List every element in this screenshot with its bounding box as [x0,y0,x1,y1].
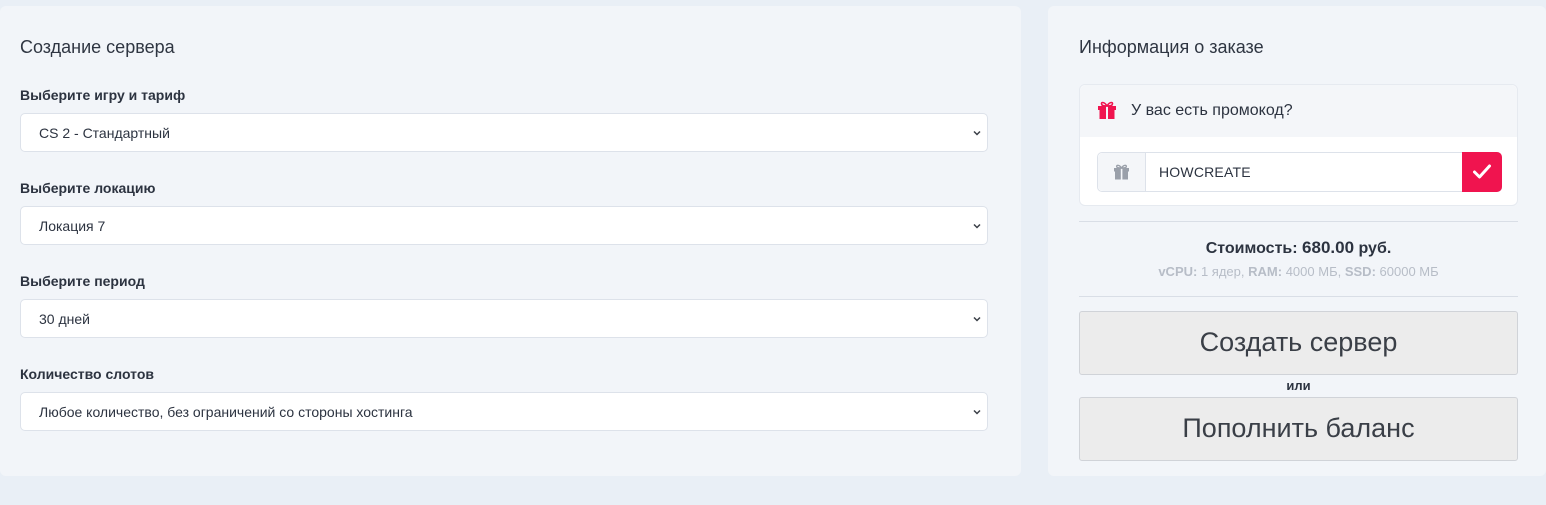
create-server-button[interactable]: Создать сервер [1079,311,1518,375]
promo-input-group: HOWCREATE [1097,152,1502,192]
period-label: Выберите период [20,273,145,289]
ssd-value: 60000 МБ [1379,264,1439,279]
chevron-down-icon [973,223,981,229]
period-value: 30 дней [39,311,90,327]
server-creation-panel: Создание сервера Выберите игру и тариф C… [0,6,1021,476]
server-specs: vCPU: 1 ядер, RAM: 4000 МБ, SSD: 60000 М… [1079,264,1518,279]
period-select[interactable]: 30 дней [20,299,988,338]
vcpu-value: 1 ядер, [1200,264,1245,279]
server-creation-title: Создание сервера [20,37,175,57]
chevron-down-icon [973,409,981,415]
promo-code-input[interactable]: HOWCREATE [1159,164,1251,180]
game-tariff-value: CS 2 - Стандартный [39,125,170,141]
slots-value: Любое количество, без ограничений со сто… [39,404,413,420]
cost-currency: руб. [1358,240,1392,257]
promo-question: У вас есть промокод? [1131,102,1293,119]
promo-header: У вас есть промокод? [1080,85,1517,137]
ram-value: 4000 МБ, [1285,264,1342,279]
order-info-title: Информация о заказе [1079,37,1264,57]
location-select[interactable]: Локация 7 [20,206,988,245]
location-label: Выберите локацию [20,180,156,196]
chevron-down-icon [973,130,981,136]
promo-card: У вас есть промокод? HOWCREATE [1079,84,1518,206]
order-info-panel: Информация о заказе У вас есть промокод? [1048,6,1546,476]
check-icon [1473,164,1491,179]
game-tariff-select[interactable]: CS 2 - Стандартный [20,113,988,152]
cost-amount: 680.00 [1302,238,1355,257]
promo-addon [1098,153,1146,191]
slots-label: Количество слотов [20,366,155,382]
cost-label: Стоимость: [1205,240,1298,257]
game-tariff-label: Выберите игру и тариф [20,87,186,103]
divider [1079,221,1518,222]
gift-icon [1098,101,1116,119]
gift-icon [1114,164,1129,180]
promo-apply-button[interactable] [1462,152,1502,192]
topup-balance-button[interactable]: Пополнить баланс [1079,397,1518,461]
cost-line: Стоимость: 680.00 руб. [1079,238,1518,258]
vcpu-label: vCPU: [1158,264,1198,279]
location-value: Локация 7 [39,218,106,234]
ssd-label: SSD: [1344,264,1376,279]
or-separator: или [1286,378,1311,393]
ram-label: RAM: [1248,264,1283,279]
slots-select[interactable]: Любое количество, без ограничений со сто… [20,392,988,431]
chevron-down-icon [973,316,981,322]
divider [1079,296,1518,297]
